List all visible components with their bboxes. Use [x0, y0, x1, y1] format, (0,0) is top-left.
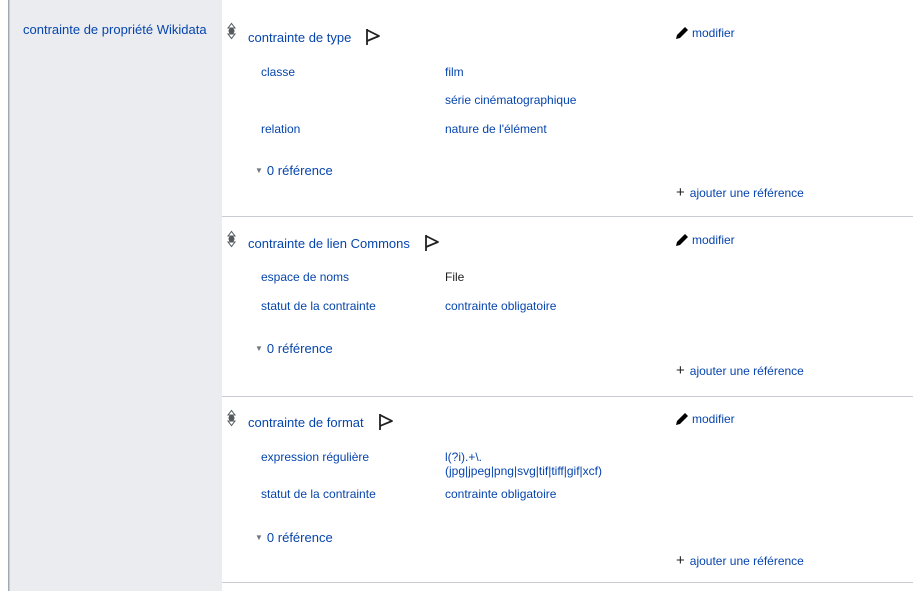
statement: contrainte de lien Commons modifier espa…: [222, 217, 913, 397]
pencil-icon: [676, 27, 688, 39]
left-border: [0, 0, 9, 591]
flag-icon: [424, 234, 440, 252]
edit-button[interactable]: modifier: [675, 233, 735, 247]
edit-label: modifier: [692, 233, 735, 247]
qualifier-value: (jpg|jpeg|png|svg|tif|tiff|gif|xcf): [445, 464, 603, 478]
plus-icon: +: [676, 552, 685, 569]
flag-icon: [365, 28, 381, 46]
flag-icon: [378, 413, 394, 431]
add-reference-button[interactable]: + ajouter une référence: [676, 552, 804, 569]
edit-label: modifier: [692, 412, 735, 426]
qualifier-value[interactable]: contrainte obligatoire: [445, 487, 556, 501]
statement-partial: [222, 583, 913, 591]
statement-value[interactable]: contrainte de type: [248, 28, 381, 46]
statement: contrainte de type modifier classe film …: [222, 0, 913, 217]
statement-value[interactable]: contrainte de format: [248, 413, 394, 431]
statement-value[interactable]: contrainte de lien Commons: [248, 234, 440, 252]
triangle-down-icon: ▼: [255, 344, 263, 353]
statement: contrainte de format modifier expression…: [222, 397, 913, 583]
references-count: 0 référence: [266, 530, 333, 545]
qualifier-value[interactable]: série cinématographique: [445, 93, 576, 107]
property-column: contrainte de propriété Wikidata: [9, 0, 222, 591]
references-toggle[interactable]: ▼ 0 référence: [255, 530, 333, 545]
qualifier-property[interactable]: expression régulière: [261, 450, 369, 464]
plus-icon: +: [676, 184, 685, 201]
edit-label: modifier: [692, 26, 735, 40]
qualifier-property[interactable]: classe: [261, 65, 295, 79]
edit-button[interactable]: modifier: [675, 412, 735, 426]
qualifier-value[interactable]: film: [445, 65, 464, 79]
statement-value-link[interactable]: contrainte de type: [248, 30, 351, 45]
rank-selector-icon[interactable]: [227, 230, 236, 248]
references-count: 0 référence: [266, 341, 333, 356]
add-reference-label: ajouter une référence: [689, 554, 804, 568]
triangle-down-icon: ▼: [255, 166, 263, 175]
qualifier-property[interactable]: espace de noms: [261, 270, 349, 284]
plus-icon: +: [676, 362, 685, 379]
qualifier-property[interactable]: relation: [261, 122, 300, 136]
add-reference-button[interactable]: + ajouter une référence: [676, 362, 804, 379]
add-reference-button[interactable]: + ajouter une référence: [676, 184, 804, 201]
references-toggle[interactable]: ▼ 0 référence: [255, 341, 333, 356]
qualifier-property[interactable]: statut de la contrainte: [261, 299, 376, 313]
qualifier-property[interactable]: statut de la contrainte: [261, 487, 376, 501]
pencil-icon: [676, 234, 688, 246]
statement-value-link[interactable]: contrainte de format: [248, 415, 364, 430]
qualifier-value: l(?i).+\.: [445, 450, 483, 464]
statement-value-link[interactable]: contrainte de lien Commons: [248, 236, 410, 251]
edit-button[interactable]: modifier: [675, 26, 735, 40]
add-reference-label: ajouter une référence: [689, 186, 804, 200]
add-reference-label: ajouter une référence: [689, 364, 804, 378]
qualifier-value: File: [445, 270, 465, 284]
property-label-link[interactable]: contrainte de propriété Wikidata: [23, 20, 213, 39]
pencil-icon: [676, 413, 688, 425]
triangle-down-icon: ▼: [255, 533, 263, 542]
qualifier-value[interactable]: contrainte obligatoire: [445, 299, 556, 313]
rank-selector-icon[interactable]: [227, 409, 236, 427]
qualifier-value[interactable]: nature de l'élément: [445, 122, 547, 136]
rank-selector-icon[interactable]: [227, 22, 236, 40]
references-toggle[interactable]: ▼ 0 référence: [255, 163, 333, 178]
references-count: 0 référence: [266, 163, 333, 178]
